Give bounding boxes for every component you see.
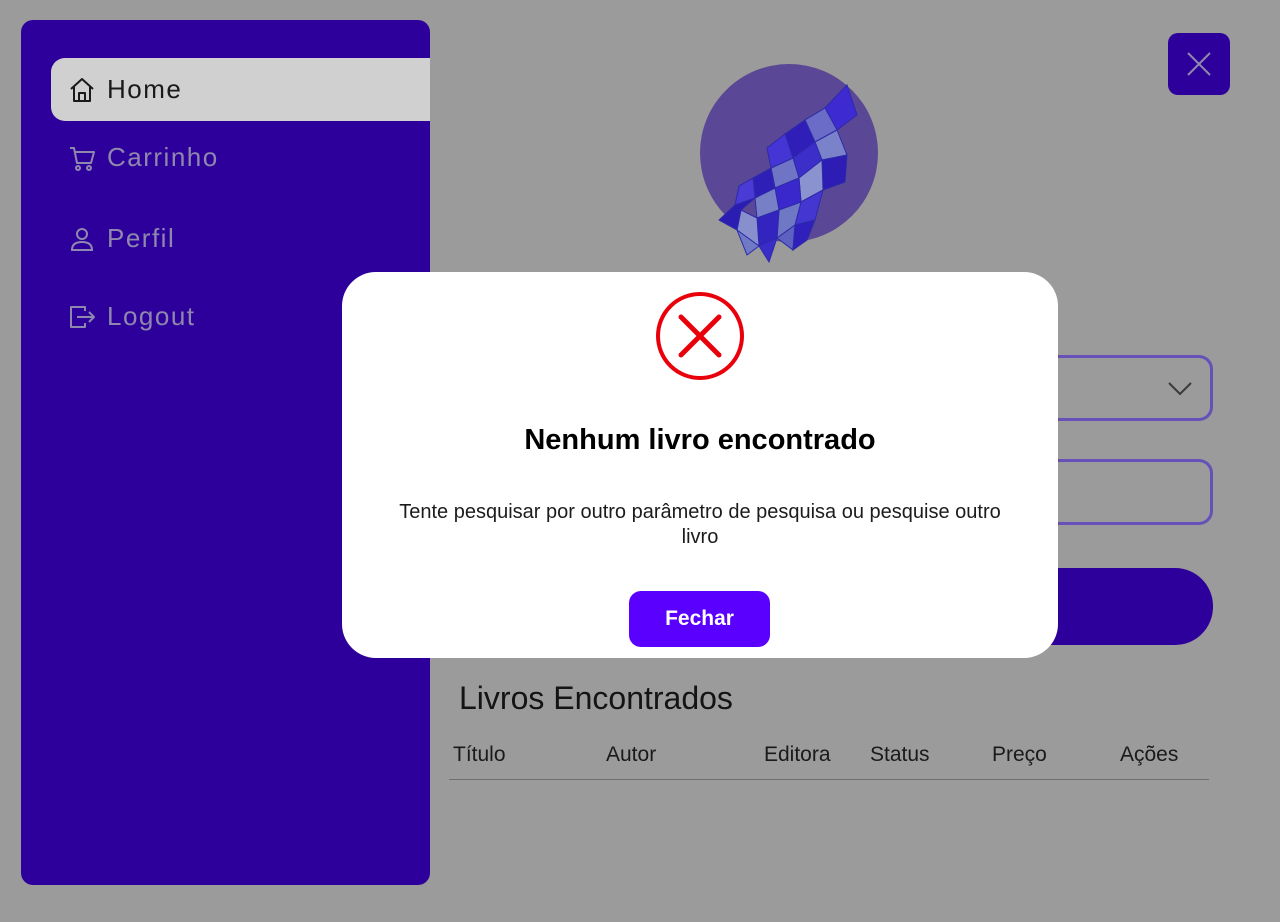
sidebar-item-label: Carrinho — [107, 142, 219, 172]
user-icon — [67, 224, 97, 254]
sidebar-item-carrinho[interactable]: Carrinho — [51, 126, 430, 189]
close-icon — [1187, 52, 1211, 76]
error-icon — [656, 292, 744, 380]
close-button[interactable] — [1168, 33, 1230, 95]
sidebar-item-perfil[interactable]: Perfil — [51, 207, 430, 270]
column-header-acoes: Ações — [1120, 743, 1179, 766]
column-header-preco: Preço — [992, 743, 1047, 766]
close-modal-button[interactable]: Fechar — [629, 591, 770, 647]
sidebar-item-label: Home — [107, 74, 183, 104]
column-header-status: Status — [870, 743, 930, 766]
modal-message: Tente pesquisar por outro parâmetro de p… — [399, 501, 1001, 548]
sidebar-item-home[interactable]: Home — [51, 58, 430, 121]
app-logo — [697, 60, 882, 270]
cart-icon — [67, 143, 97, 173]
column-header-editora: Editora — [764, 743, 831, 766]
modal-title: Nenhum livro encontrado — [524, 424, 876, 456]
column-header-titulo: Título — [453, 743, 506, 766]
column-header-autor: Autor — [606, 743, 657, 766]
sidebar-item-label: Logout — [107, 301, 196, 331]
chevron-down-icon — [1168, 382, 1192, 396]
sidebar-item-label: Perfil — [107, 223, 176, 253]
logout-icon — [67, 302, 97, 332]
table-header: Título Autor Editora Status Preço Ações — [449, 740, 1209, 780]
error-modal: Nenhum livro encontrado Tente pesquisar … — [342, 272, 1058, 658]
home-icon — [67, 75, 97, 105]
results-title: Livros Encontrados — [459, 680, 733, 716]
